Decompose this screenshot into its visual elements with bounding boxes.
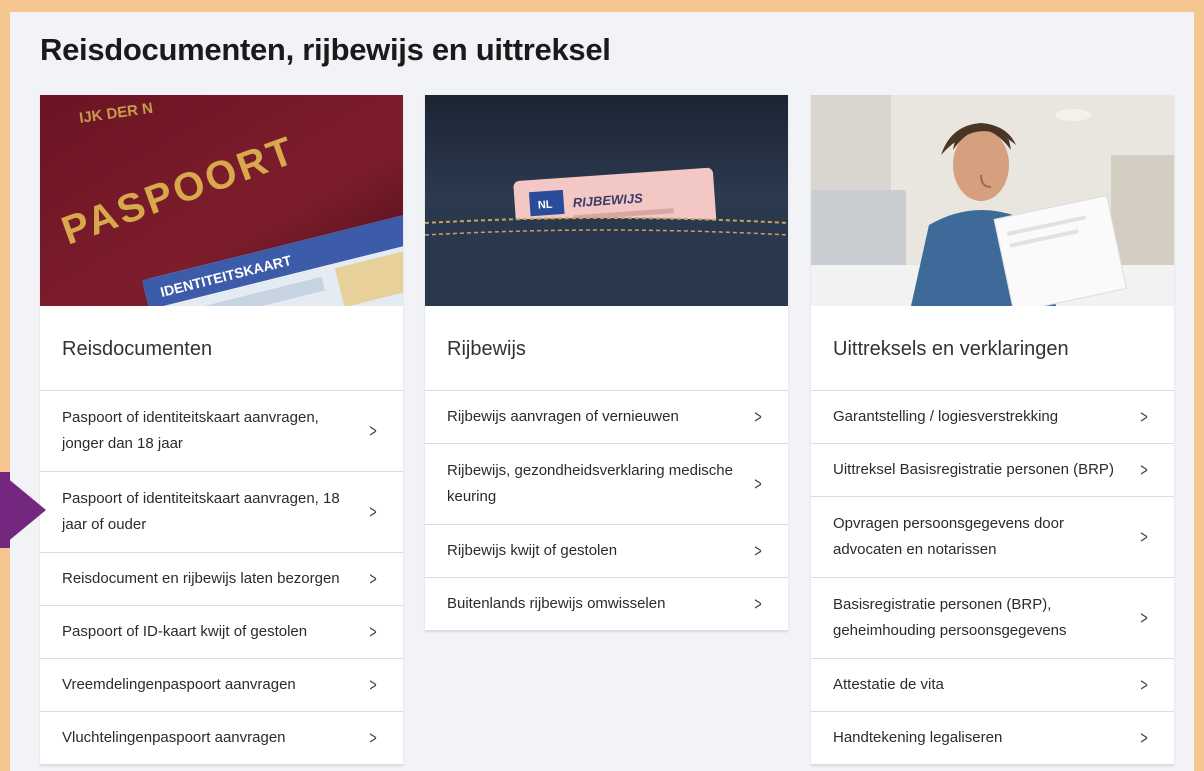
link-label: Paspoort of identiteitskaart aanvragen, …	[62, 490, 340, 533]
link-label: Paspoort of identiteitskaart aanvragen, …	[62, 409, 319, 452]
link-uittreksel-brp[interactable]: Uittreksel Basisregistratie personen (BR…	[811, 444, 1174, 497]
chevron-right-icon: >	[1140, 527, 1148, 547]
link-brp-geheimhouding[interactable]: Basisregistratie personen (BRP), geheimh…	[811, 578, 1174, 659]
link-buitenlands-rijbewijs[interactable]: Buitenlands rijbewijs omwisselen >	[425, 578, 788, 631]
chevron-right-icon: >	[1140, 675, 1148, 695]
link-label: Buitenlands rijbewijs omwisselen	[447, 595, 666, 612]
link-kwijt-gestolen[interactable]: Paspoort of ID-kaart kwijt of gestolen >	[40, 606, 403, 659]
card-uittreksels: Uittreksels en verklaringen Garantstelli…	[811, 95, 1174, 765]
chevron-right-icon: >	[1140, 407, 1148, 427]
chevron-right-icon: >	[754, 594, 762, 614]
link-rijbewijs-aanvragen[interactable]: Rijbewijs aanvragen of vernieuwen >	[425, 391, 788, 444]
link-label: Garantstelling / logiesverstrekking	[833, 408, 1059, 425]
chevron-right-icon: >	[369, 502, 377, 522]
highlight-arrow-icon	[0, 472, 46, 548]
chevron-right-icon: >	[754, 474, 762, 494]
page-title: Reisdocumenten, rijbewijs en uittreksel	[40, 32, 611, 67]
card-heading: Rijbewijs	[425, 306, 788, 391]
link-gezondheidsverklaring[interactable]: Rijbewijs, gezondheidsverklaring medisch…	[425, 444, 788, 525]
man-reading-document-photo	[811, 95, 1174, 306]
link-paspoort-18-ouder[interactable]: Paspoort of identiteitskaart aanvragen, …	[40, 472, 403, 553]
link-label: Rijbewijs, gezondheidsverklaring medisch…	[447, 462, 733, 505]
chevron-right-icon: >	[369, 728, 377, 748]
link-label: Reisdocument en rijbewijs laten bezorgen	[62, 570, 340, 587]
chevron-right-icon: >	[369, 675, 377, 695]
chevron-right-icon: >	[1140, 728, 1148, 748]
card-rijbewijs: NL RIJBEWIJS Rijbewijs Rijbewijs aanvrag…	[425, 95, 788, 631]
link-label: Basisregistratie personen (BRP), geheimh…	[833, 596, 1067, 639]
page-frame: Reisdocumenten, rijbewijs en uittreksel …	[10, 12, 1194, 771]
link-label: Uittreksel Basisregistratie personen (BR…	[833, 461, 1114, 478]
link-label: Vluchtelingenpaspoort aanvragen	[62, 729, 286, 746]
link-label: Rijbewijs kwijt of gestolen	[447, 542, 618, 559]
link-laten-bezorgen[interactable]: Reisdocument en rijbewijs laten bezorgen…	[40, 553, 403, 606]
link-label: Paspoort of ID-kaart kwijt of gestolen	[62, 623, 308, 640]
link-label: Vreemdelingenpaspoort aanvragen	[62, 676, 296, 693]
link-vreemdelingenpaspoort[interactable]: Vreemdelingenpaspoort aanvragen >	[40, 659, 403, 712]
passport-photo: IJK DER N PASPOORT IDENTITEITSKAART	[40, 95, 403, 306]
card-heading: Reisdocumenten	[40, 306, 403, 391]
link-label: Attestatie de vita	[833, 676, 944, 693]
chevron-right-icon: >	[369, 622, 377, 642]
link-label: Opvragen persoonsgegevens door advocaten…	[833, 515, 1064, 558]
link-label: Handtekening legaliseren	[833, 729, 1003, 746]
driving-license-in-pocket-photo: NL RIJBEWIJS	[425, 95, 788, 306]
chevron-right-icon: >	[369, 569, 377, 589]
link-vluchtelingenpaspoort[interactable]: Vluchtelingenpaspoort aanvragen >	[40, 712, 403, 765]
chevron-right-icon: >	[754, 541, 762, 561]
link-label: Rijbewijs aanvragen of vernieuwen	[447, 408, 679, 425]
link-rijbewijs-kwijt[interactable]: Rijbewijs kwijt of gestolen >	[425, 525, 788, 578]
link-advocaten-notarissen[interactable]: Opvragen persoonsgegevens door advocaten…	[811, 497, 1174, 578]
link-garantstelling[interactable]: Garantstelling / logiesverstrekking >	[811, 391, 1174, 444]
svg-text:NL: NL	[537, 199, 553, 212]
card-heading: Uittreksels en verklaringen	[811, 306, 1174, 391]
chevron-right-icon: >	[754, 407, 762, 427]
link-attestatie-de-vita[interactable]: Attestatie de vita >	[811, 659, 1174, 712]
link-paspoort-jonger-18[interactable]: Paspoort of identiteitskaart aanvragen, …	[40, 391, 403, 472]
chevron-right-icon: >	[1140, 460, 1148, 480]
link-handtekening-legaliseren[interactable]: Handtekening legaliseren >	[811, 712, 1174, 765]
card-reisdocumenten: IJK DER N PASPOORT IDENTITEITSKAART Reis…	[40, 95, 403, 765]
chevron-right-icon: >	[1140, 608, 1148, 628]
chevron-right-icon: >	[369, 421, 377, 441]
